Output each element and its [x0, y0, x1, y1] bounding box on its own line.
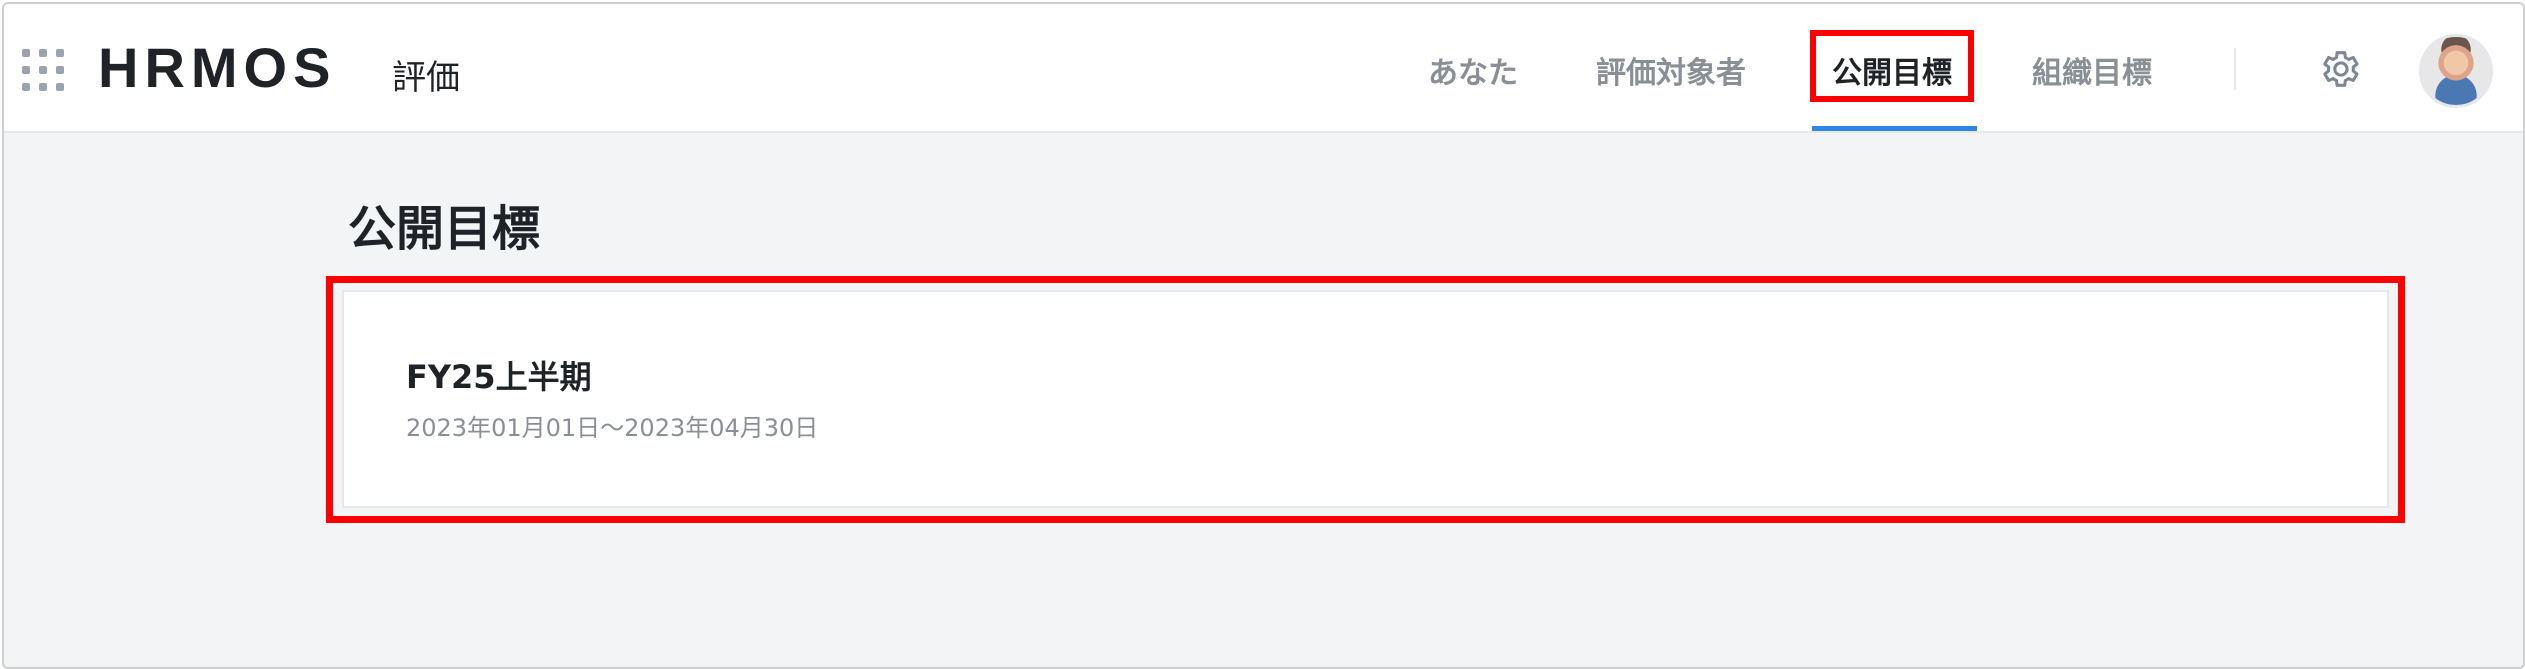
active-tab-highlight	[1810, 30, 1974, 102]
card-title: FY25上半期	[406, 358, 592, 396]
logo: HRMOS	[98, 36, 337, 99]
app-grid-icon[interactable]	[22, 49, 64, 91]
nav-item-you[interactable]: あなた	[1428, 48, 1518, 92]
nav-item-evaluatees[interactable]: 評価対象者	[1596, 48, 1746, 92]
app-frame: HRMOS 評価 あなた 評価対象者 公開目標 組織目標 公開目標 FY25上半…	[2, 2, 2525, 669]
header-divider	[2234, 48, 2236, 90]
card-period: 2023年01月01日〜2023年04月30日	[406, 414, 819, 442]
avatar[interactable]	[2419, 34, 2493, 108]
active-tab-underline	[1812, 126, 1977, 131]
nav-item-org-goals[interactable]: 組織目標	[2032, 48, 2152, 92]
product-name: 評価	[392, 58, 460, 98]
page-title: 公開目標	[348, 201, 541, 257]
top-header: HRMOS 評価 あなた 評価対象者 公開目標 組織目標	[4, 4, 2523, 133]
gear-icon[interactable]	[2316, 46, 2362, 92]
public-goal-card[interactable]: FY25上半期 2023年01月01日〜2023年04月30日	[342, 290, 2389, 508]
